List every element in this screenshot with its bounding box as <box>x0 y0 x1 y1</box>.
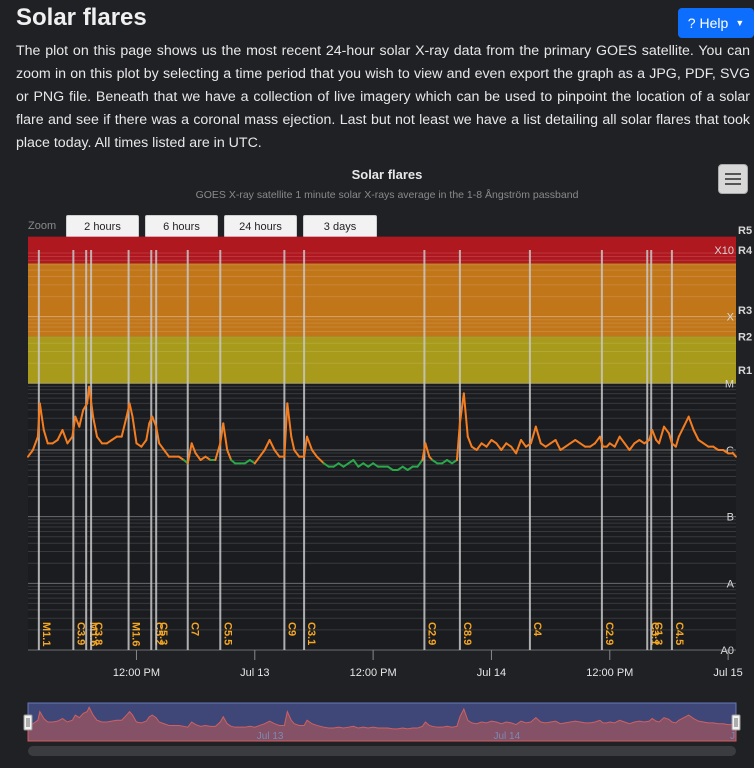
class-label: M <box>725 378 734 390</box>
flare-class-label: C3.9 <box>74 622 86 645</box>
navigator-scrollbar[interactable] <box>28 746 736 756</box>
flare-class-label: C4.5 <box>673 622 685 645</box>
radio-blackout-label: R1 <box>738 365 752 377</box>
class-label: C <box>726 445 734 457</box>
solar-flare-chart[interactable]: X10XMCBAA0R5R4R3R2R1M1.1 C3.9 M1.6C3.8 M1.6… <box>0 0 754 768</box>
flare-class-label: C7 <box>189 622 201 636</box>
class-label: B <box>727 512 734 524</box>
flare-class-label: C8.9 <box>461 622 473 645</box>
x-tick-label: 12:00 PM <box>113 667 160 679</box>
flare-class-label: C4 <box>531 622 543 637</box>
class-label: A <box>727 578 735 590</box>
flare-class-label: M1.6 <box>130 622 142 646</box>
flare-class-label: C3.1 <box>305 622 317 645</box>
r-band-red <box>28 236 736 264</box>
x-tick-label: Jul 15 <box>713 667 742 679</box>
radio-blackout-label: R3 <box>738 305 752 317</box>
navigator-right-handle[interactable] <box>731 714 741 731</box>
flare-class-label: C5.3 <box>157 622 169 645</box>
flare-class-label: C9 <box>285 622 297 636</box>
navigator-label: Jul 13 <box>257 731 284 742</box>
flare-class-label: C1.3 <box>652 622 664 645</box>
navigator-left-handle[interactable] <box>23 714 33 731</box>
flare-class-label: M1.1 <box>40 622 52 646</box>
flare-class-label: C5.5 <box>221 622 233 645</box>
x-tick-label: Jul 13 <box>240 667 269 679</box>
class-label: A0 <box>721 645 734 657</box>
flare-class-label: C3.8 <box>92 622 104 645</box>
radio-blackout-label: R2 <box>738 332 752 344</box>
radio-blackout-label: R5 <box>738 225 752 237</box>
navigator-label: Jul 14 <box>493 731 520 742</box>
flare-class-label: C2.9 <box>425 622 437 645</box>
class-label: X10 <box>714 245 734 257</box>
r-band-orange <box>28 263 736 337</box>
navigator-label: J <box>730 731 735 742</box>
x-tick-label: 12:00 PM <box>586 667 633 679</box>
x-tick-label: Jul 14 <box>477 667 506 679</box>
flare-class-label: C2.9 <box>603 622 615 645</box>
x-tick-label: 12:00 PM <box>350 667 397 679</box>
radio-blackout-label: R4 <box>738 245 753 257</box>
class-label: X <box>727 312 735 324</box>
